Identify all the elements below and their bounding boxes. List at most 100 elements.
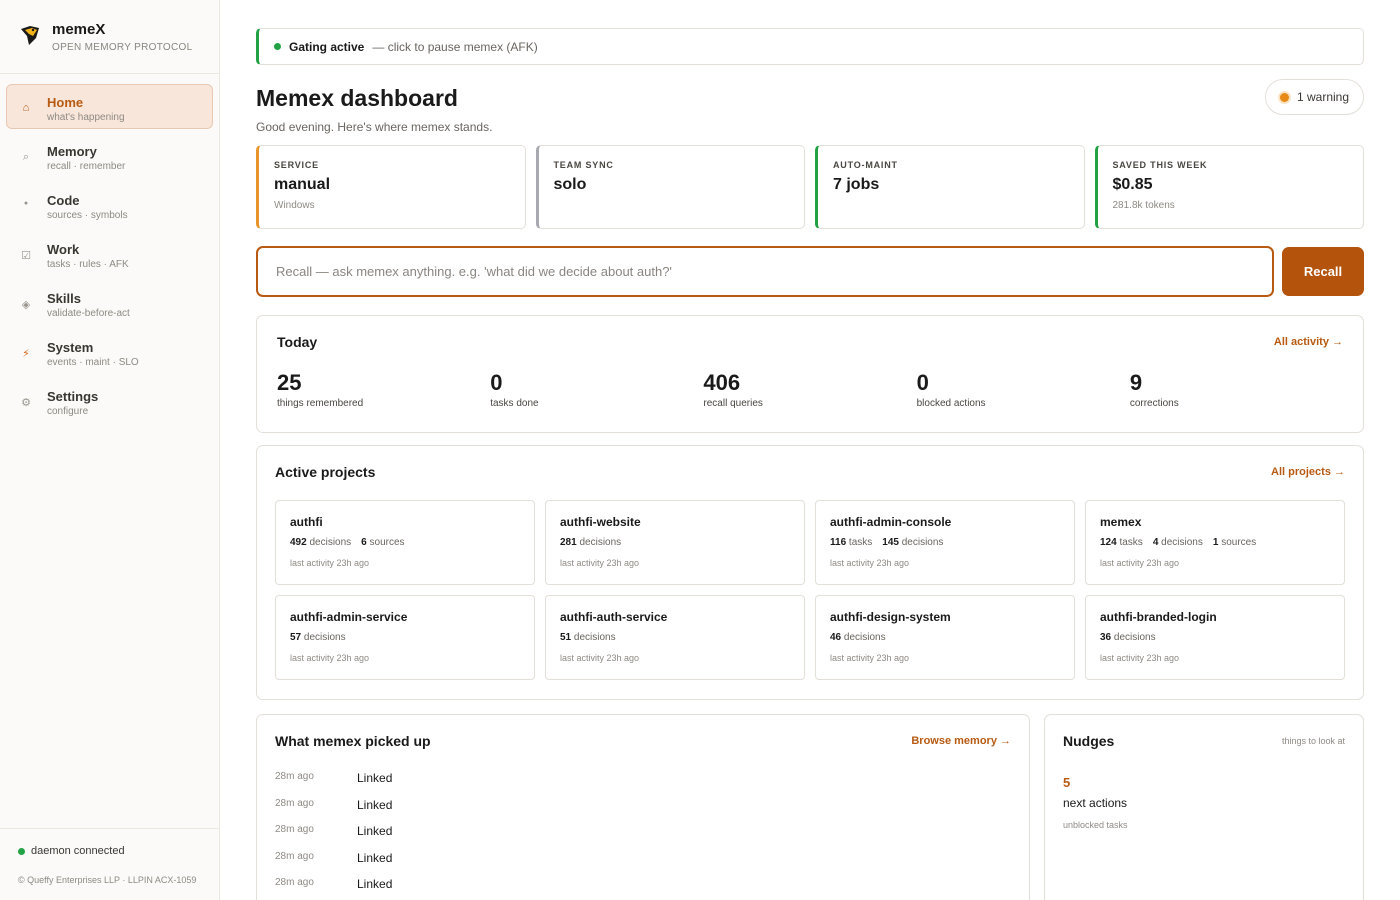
project-name: memex (1100, 515, 1142, 529)
project-metric-value: 124 (1100, 537, 1117, 548)
project-last-activity: last activity 23h ago (830, 558, 910, 568)
checkbox-icon: ☑ (21, 250, 31, 262)
brand[interactable]: memeX OPEN MEMORY PROTOCOL (0, 0, 219, 74)
sidebar-item-sub: tasks · rules · AFK (47, 259, 129, 270)
warning-text: 1 warning (1296, 90, 1349, 104)
bolt-icon: ⚡ (22, 348, 30, 360)
project-metric-unit: sources (1221, 537, 1257, 548)
project-meta: 281 decisions (560, 537, 790, 548)
nudges-sub: things to look at (1281, 736, 1345, 746)
sidebar-item-code[interactable]: ● Code sources · symbols (6, 182, 213, 227)
stat-label: SERVICE (274, 160, 319, 170)
list-item[interactable]: 28m ago Linked (275, 798, 1011, 825)
stat-card-saved: SAVED THIS WEEK $0.85 281.8k tokens (1094, 145, 1364, 229)
project-metric-unit: decisions (1161, 537, 1203, 548)
activity-feed: 28m ago Linked 28m ago Linked 28m ago Linked 2… (275, 771, 1011, 900)
stat-card-auto-maint: AUTO-MAINT 7 jobs (815, 145, 1085, 229)
project-metric: 57 decisions (290, 632, 346, 643)
project-name: authfi-website (560, 515, 641, 529)
recall-button[interactable]: Recall (1282, 247, 1364, 296)
project-metric: 145 decisions (882, 537, 943, 548)
sidebar-item-settings[interactable]: ⚙ Settings configure (6, 378, 213, 423)
project-last-activity: last activity 23h ago (1100, 558, 1180, 568)
sidebar-item-skills[interactable]: ◈ Skills validate-before-act (6, 280, 213, 325)
project-metric-value: 1 (1212, 537, 1219, 548)
project-card[interactable]: authfi-admin-service 57 decisions last act… (275, 595, 535, 680)
nudge-detail: unblocked tasks (1063, 820, 1128, 830)
browse-memory-link[interactable]: Browse memory → (911, 735, 1011, 747)
recall-input[interactable] (256, 246, 1274, 297)
sidebar-item-label: Code (47, 193, 80, 208)
project-metric-unit: decisions (303, 632, 346, 643)
stat-value: $0.85 (1112, 176, 1153, 193)
main-content: Gating active — click to pause memex (AF… (220, 0, 1400, 900)
stat-label: SAVED THIS WEEK (1112, 160, 1208, 170)
project-metric-value: 145 (882, 537, 899, 548)
project-card[interactable]: authfi-auth-service 51 decisions last acti… (545, 595, 805, 680)
project-metric-unit: decisions (579, 537, 622, 548)
dot-icon: ● (23, 200, 29, 207)
sidebar-item-sub: sources · symbols (47, 210, 128, 221)
project-card[interactable]: authfi-design-system 46 decisions last act… (815, 595, 1075, 680)
project-metric-unit: sources (369, 537, 405, 548)
daemon-status: daemon connected (18, 845, 201, 857)
feed-text: Linked (357, 771, 393, 785)
project-card[interactable]: authfi 492 decisions 6 sources last activit… (275, 500, 535, 585)
metric-label: things remembered (277, 398, 364, 409)
list-item[interactable]: 28m ago Linked (275, 771, 1011, 798)
project-metric-unit: tasks (848, 537, 873, 548)
project-card[interactable]: authfi-admin-console 116 tasks 145 decisio… (815, 500, 1075, 585)
stat-sub: Windows (274, 200, 315, 211)
sidebar-item-system[interactable]: ⚡ System events · maint · SLO (6, 329, 213, 374)
page-subtitle: Good evening. Here's where memex stands. (256, 120, 493, 134)
metric-blocked-actions: 0 blocked actions (917, 370, 1130, 409)
nudge-count[interactable]: 5 (1063, 775, 1345, 790)
nudges-card: Nudges things to look at 5 next actions … (1044, 714, 1364, 900)
feed-time: 28m ago (275, 877, 314, 888)
project-meta: 492 decisions 6 sources (290, 537, 520, 548)
sidebar-item-sub: recall · remember (47, 161, 126, 172)
metric-label: corrections (1129, 398, 1179, 409)
project-metric-value: 4 (1152, 537, 1159, 548)
project-meta: 46 decisions (830, 632, 1060, 643)
warning-dot-icon (1279, 92, 1289, 102)
stat-sub: 281.8k tokens (1112, 200, 1175, 211)
all-projects-link[interactable]: All projects → (1271, 466, 1345, 478)
project-card[interactable]: authfi-branded-login 36 decisions last act… (1085, 595, 1345, 680)
sidebar-footer: daemon connected © Queffy Enterprises LL… (0, 828, 219, 900)
diamond-icon: ◈ (21, 299, 31, 311)
project-metric-unit: decisions (573, 632, 616, 643)
gating-dot-icon (274, 43, 281, 50)
project-name: authfi (290, 515, 323, 529)
warning-badge[interactable]: 1 warning (1264, 79, 1364, 115)
sidebar-item-memory[interactable]: ⌕ Memory recall · remember (6, 133, 213, 178)
gating-hint: — click to pause memex (AFK) (372, 39, 538, 54)
stat-value: manual (274, 176, 331, 193)
stat-label: TEAM SYNC (553, 160, 614, 170)
gating-banner[interactable]: Gating active — click to pause memex (AF… (256, 28, 1364, 65)
metric-value: 0 (490, 370, 503, 395)
project-card[interactable]: authfi-website 281 decisions last activity… (545, 500, 805, 585)
project-grid: authfi 492 decisions 6 sources last activit… (275, 500, 1345, 680)
project-metric-value: 51 (560, 632, 572, 643)
all-activity-link[interactable]: All activity → (1274, 336, 1343, 348)
sidebar-nav: ⌂ Home what's happening ⌕ Memory recall · … (0, 74, 219, 437)
sidebar-item-home[interactable]: ⌂ Home what's happening (6, 84, 213, 129)
metric-label: recall queries (703, 398, 763, 409)
project-metric: 4 decisions (1153, 537, 1203, 548)
metric-label: blocked actions (916, 398, 986, 409)
stat-value: solo (553, 176, 587, 193)
brand-subtitle: OPEN MEMORY PROTOCOL (52, 42, 193, 53)
picked-up-title: What memex picked up (275, 733, 431, 749)
list-item[interactable]: 28m ago Linked (275, 824, 1011, 851)
metric-value: 25 (277, 370, 302, 395)
feed-time: 28m ago (275, 771, 314, 782)
project-name: authfi-admin-service (290, 610, 408, 624)
list-item[interactable]: 28m ago Linked (275, 877, 1011, 900)
picked-up-card: What memex picked up Browse memory → 28m… (256, 714, 1030, 900)
list-item[interactable]: 28m ago Linked (275, 851, 1011, 878)
metric-recall-queries: 406 recall queries (703, 370, 916, 409)
metric-things-remembered: 25 things remembered (277, 370, 490, 409)
project-card[interactable]: memex 124 tasks 4 decisions 1 sources last a… (1085, 500, 1345, 585)
sidebar-item-work[interactable]: ☑ Work tasks · rules · AFK (6, 231, 213, 276)
